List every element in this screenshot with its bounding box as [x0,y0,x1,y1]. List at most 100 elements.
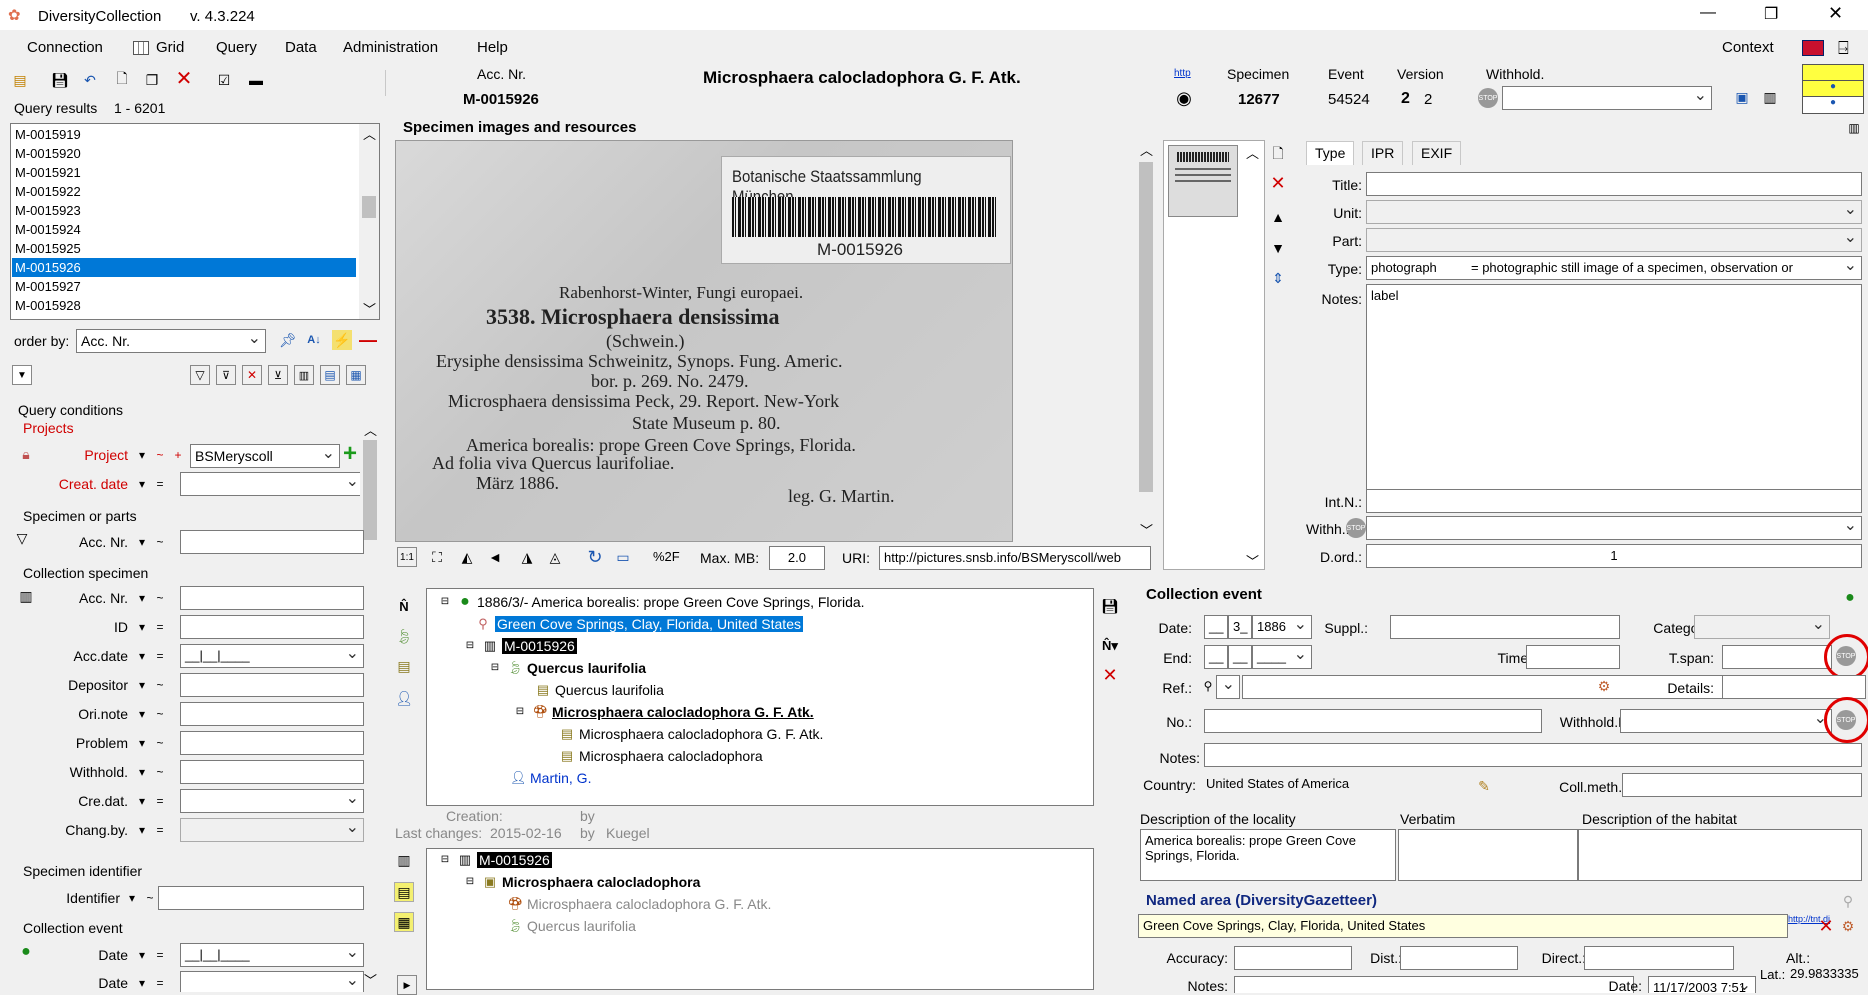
max-mb-input[interactable]: 2.0 [769,546,825,570]
person-icon[interactable]: 👤︎ [394,688,414,708]
document-icon[interactable]: ▤ [394,656,414,676]
operator-select[interactable]: ▾ [134,973,150,992]
gazetteer-link-icon[interactable]: ⚙ [1594,676,1614,696]
operator-select[interactable]: ▾ [134,532,150,552]
cs-field-input[interactable] [180,702,364,726]
menu-administration[interactable]: Administration [343,39,438,56]
end-month-input[interactable]: __ [1228,645,1252,669]
operator-select[interactable]: ▾ [134,733,150,753]
part-select[interactable] [1366,228,1862,252]
scroll-thumb[interactable] [362,196,376,218]
thumbnail-panel[interactable]: ︿ ﹀ [1163,140,1265,570]
details-input[interactable] [1722,675,1866,699]
tree-fungus-ident2-node[interactable]: ▤ Microsphaera calocladophora [559,748,763,764]
list-item[interactable]: M-0015921 [12,163,356,182]
status-indicator[interactable]: ● ● [1802,64,1864,114]
copy-icon[interactable]: ❐ [142,70,162,90]
new-resource-icon[interactable]: 🗋 [1268,145,1288,165]
scroll-thumb[interactable] [363,440,377,540]
save-tree-icon[interactable]: 💾︎ [1100,596,1120,616]
collapse-icon[interactable]: ⊟ [437,594,453,610]
filter-plus-icon[interactable]: ⊻ [268,365,288,385]
flip-v-icon[interactable]: ◮ [517,547,537,567]
part-grid-icon[interactable]: ▦ [394,912,414,932]
unit-select[interactable] [1366,200,1862,224]
tree-specimen-node[interactable]: ⊟ ▥ M-0015926 [462,638,577,654]
view-icon[interactable]: ▣ [1732,87,1752,107]
end-year-input[interactable]: ____ [1252,645,1312,669]
cs-field-input[interactable] [180,760,364,784]
notes-textarea[interactable]: label [1366,284,1862,494]
collapse-icon[interactable]: ⊟ [462,638,478,654]
scroll-up-icon[interactable]: ︿ [364,420,377,439]
map-pin-icon[interactable]: ⚲ [1838,891,1858,911]
minimize-button[interactable]: — [1700,4,1716,22]
withh-select[interactable] [1366,516,1862,540]
image-scrollbar[interactable]: ︿ ﹀ [1136,140,1156,540]
list-item[interactable]: M-0015923 [12,201,356,220]
tree-location-node[interactable]: ⚲ Green Cove Springs, Clay, Florida, Unit… [475,616,803,632]
identifier-input[interactable] [158,886,364,910]
operator-select[interactable]: ▾ [134,617,150,637]
named-area-input[interactable]: Green Cove Springs, Clay, Florida, Unite… [1138,914,1788,938]
operator-select[interactable]: ▾ [134,762,150,782]
part-icon[interactable]: ▤ [394,882,414,902]
list-item[interactable]: M-0015927 [12,277,356,296]
withhold-select[interactable] [1502,86,1712,110]
part-tree-fungus-node[interactable]: 🍄︎ Microsphaera calocladophora G. F. Atk. [507,896,771,912]
suppl-input[interactable] [1390,615,1620,639]
operator-select[interactable]: ▾ [134,704,150,724]
filter-remove-icon[interactable]: ✕ [242,365,262,385]
end-day-input[interactable]: __ [1204,645,1228,669]
plant-icon[interactable]: 🍃︎ [394,626,414,646]
menu-context[interactable]: Context [1722,39,1774,56]
pin-icon[interactable]: 📌︎ [278,330,298,350]
operator-select[interactable]: ▾ [134,791,150,811]
tab-ipr[interactable]: IPR [1362,141,1404,165]
part-tree-specimen-node[interactable]: ⊟ ▥ M-0015926 [437,852,552,868]
sort-special-icon[interactable]: ⚡ [332,330,352,350]
barcode-tool-icon[interactable]: ▥ [1760,87,1780,107]
scroll-down-icon[interactable]: ﹀ [363,299,376,318]
operator-select[interactable]: ▾ [134,588,150,608]
menu-connection[interactable]: Connection [27,39,103,56]
locality-desc-textarea[interactable]: America borealis: prope Green Cove Sprin… [1140,829,1396,881]
scroll-up-icon[interactable]: ︿ [1246,143,1259,162]
sort-order-icon[interactable]: ⇕ [1268,268,1288,288]
date-year-input[interactable]: 1886 [1252,615,1312,639]
delete-item-icon[interactable]: ✕ [1100,665,1120,685]
sort-az-icon[interactable]: A↓ [304,330,324,350]
list-item[interactable]: M-0015922 [12,182,356,201]
eye-icon[interactable]: ◉ [1174,88,1194,108]
withhold-r-select[interactable] [1620,709,1832,733]
collapse-icon[interactable]: ⊟ [512,704,528,720]
barcode-small-icon[interactable]: ▥ [1844,118,1864,138]
part-tree-host-node[interactable]: 🍃︎ Quercus laurifolia [507,918,636,934]
creat-date-input[interactable] [180,472,364,496]
window-icon[interactable]: ▭ [613,547,633,567]
no-input[interactable] [1204,709,1542,733]
globe-icon[interactable]: ● [1840,588,1860,608]
fit-icon[interactable]: ⛶ [427,547,447,567]
refresh-icon[interactable]: ↻ [585,547,605,567]
tab-exif[interactable]: EXIF [1412,141,1462,165]
toggle-icon[interactable]: ▶ [397,975,417,995]
order-by-select[interactable]: Acc. Nr. [76,329,266,353]
na-date-input[interactable]: 11/17/2003 7:51 [1648,976,1756,993]
tree-collector-node[interactable]: 👤︎ Martin, G. [510,770,591,786]
list-item[interactable]: M-0015928 [12,296,356,315]
expand-arrow-icon[interactable]: ▼ [12,365,32,385]
scroll-up-icon[interactable]: ︿ [1140,140,1153,159]
flag-uk-icon[interactable] [1802,40,1824,56]
collapse-icon[interactable]: ⊟ [487,660,503,676]
close-button[interactable]: ✕ [1828,3,1843,24]
specimen-tree[interactable]: ⊟ ● 1886/3/- America borealis: prope Green… [426,588,1094,806]
cs-field-input[interactable] [180,586,364,610]
filter-icon[interactable]: ▽ [190,365,210,385]
list-item[interactable]: M-0015924 [12,220,356,239]
notes-input[interactable] [1204,743,1862,767]
scroll-up-icon[interactable]: ︿ [363,124,376,143]
part-tree-part-node[interactable]: ⊟ ▣ Microsphaera calocladophora [462,874,701,890]
cs-field-input[interactable] [180,673,364,697]
cs-field-input[interactable] [180,818,364,842]
